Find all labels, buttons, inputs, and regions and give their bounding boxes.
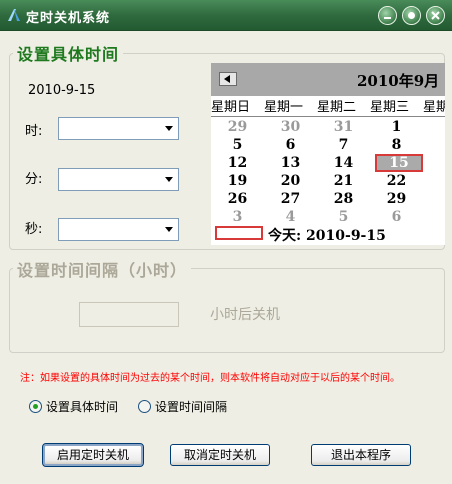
close-icon xyxy=(431,11,440,20)
calendar-day[interactable]: 28 xyxy=(317,190,370,208)
mode-radio-specific-label[interactable]: 设置具体时间 xyxy=(46,398,118,415)
calendar-day-selected[interactable]: 15 xyxy=(375,154,423,172)
second-select[interactable] xyxy=(58,218,179,241)
calendar-day[interactable] xyxy=(423,136,445,154)
calendar-day[interactable]: 26 xyxy=(211,190,264,208)
second-label: 秒: xyxy=(25,222,43,237)
close-button[interactable] xyxy=(426,6,445,25)
calendar-day[interactable]: 1 xyxy=(370,118,423,136)
previous-month-button[interactable] xyxy=(219,72,237,86)
minimize-icon xyxy=(384,17,391,19)
hour-select[interactable] xyxy=(58,117,179,140)
calendar-day[interactable]: 4 xyxy=(264,208,317,226)
interval-hours-input[interactable] xyxy=(79,302,179,327)
calendar-day[interactable]: 3 xyxy=(211,208,264,226)
exit-button[interactable]: 退出本程序 xyxy=(311,444,411,466)
enable-shutdown-button[interactable]: 启用定时关机 xyxy=(42,443,144,467)
calendar-day[interactable]: 7 xyxy=(317,136,370,154)
month-calendar[interactable]: 2010年9月 星期日星期一星期二星期三星期四 2930311567812131… xyxy=(211,63,445,245)
calendar-day[interactable]: 31 xyxy=(317,118,370,136)
calendar-weekday: 星期三 xyxy=(370,100,410,115)
date-display: 2010-9-15 xyxy=(28,83,96,98)
minute-select[interactable] xyxy=(58,168,179,191)
calendar-day[interactable]: 1 xyxy=(423,154,446,172)
calendar-day[interactable]: 27 xyxy=(264,190,317,208)
title-bar[interactable]: 定时关机系统 xyxy=(0,0,452,31)
chevron-down-icon xyxy=(165,177,173,182)
mode-radio-interval-label[interactable]: 设置时间间隔 xyxy=(155,398,227,415)
calendar-day[interactable]: 3 xyxy=(423,190,446,208)
calendar-day[interactable]: 29 xyxy=(370,190,423,208)
today-marker[interactable] xyxy=(215,226,263,240)
calendar-day[interactable]: 21 xyxy=(317,172,370,190)
calendar-header: 2010年9月 xyxy=(211,63,445,96)
note-text: 注：如果设置的具体时间为过去的某个时间，则本软件将自动对应于以后的某个时间。 xyxy=(20,373,400,384)
calendar-day[interactable]: 6 xyxy=(370,208,423,226)
restore-button[interactable] xyxy=(402,6,421,25)
interval-group-title: 设置时间间隔（小时） xyxy=(13,257,192,281)
calendar-day[interactable]: 30 xyxy=(264,118,317,136)
calendar-day[interactable]: 20 xyxy=(264,172,317,190)
calendar-weekday: 星期日 xyxy=(211,100,251,115)
calendar-weekday: 星期二 xyxy=(317,100,357,115)
calendar-weekday: 星期四 xyxy=(423,100,445,115)
hour-label: 时: xyxy=(25,124,43,139)
calendar-day[interactable]: 8 xyxy=(370,136,423,154)
calendar-day[interactable] xyxy=(423,208,445,226)
calendar-day[interactable]: 19 xyxy=(211,172,264,190)
chevron-down-icon xyxy=(165,126,173,131)
calendar-weekday: 星期一 xyxy=(264,100,304,115)
minute-label: 分: xyxy=(25,172,43,187)
restore-icon xyxy=(408,12,415,19)
specific-time-group-title: 设置具体时间 xyxy=(13,41,124,65)
today-label[interactable]: 今天: 2010-9-15 xyxy=(268,225,386,245)
calendar-day[interactable] xyxy=(423,118,445,136)
chevron-down-icon xyxy=(165,227,173,232)
calendar-day[interactable]: 5 xyxy=(211,136,264,154)
calendar-day[interactable]: 14 xyxy=(317,154,370,172)
calendar-day[interactable]: 6 xyxy=(264,136,317,154)
window-title: 定时关机系统 xyxy=(26,11,111,26)
minimize-button[interactable] xyxy=(378,6,397,25)
app-icon xyxy=(8,9,20,21)
calendar-day[interactable]: 2 xyxy=(423,172,446,190)
mode-radio-interval[interactable] xyxy=(138,400,151,413)
calendar-day[interactable]: 5 xyxy=(317,208,370,226)
mode-radio-specific[interactable] xyxy=(29,400,42,413)
cancel-shutdown-button[interactable]: 取消定时关机 xyxy=(170,444,270,466)
interval-suffix-label: 小时后关机 xyxy=(210,307,280,323)
calendar-day[interactable]: 13 xyxy=(264,154,317,172)
calendar-day[interactable]: 12 xyxy=(211,154,264,172)
calendar-weekday-row: 星期日星期一星期二星期三星期四 xyxy=(211,96,445,117)
arrow-left-icon xyxy=(224,75,230,83)
main-window: 定时关机系统 设置具体时间 2010-9-15 时: 分: 秒: 2010年9月… xyxy=(0,0,452,484)
calendar-day[interactable]: 22 xyxy=(370,172,423,190)
calendar-day[interactable]: 29 xyxy=(211,118,264,136)
calendar-month-title: 2010年9月 xyxy=(357,72,440,90)
